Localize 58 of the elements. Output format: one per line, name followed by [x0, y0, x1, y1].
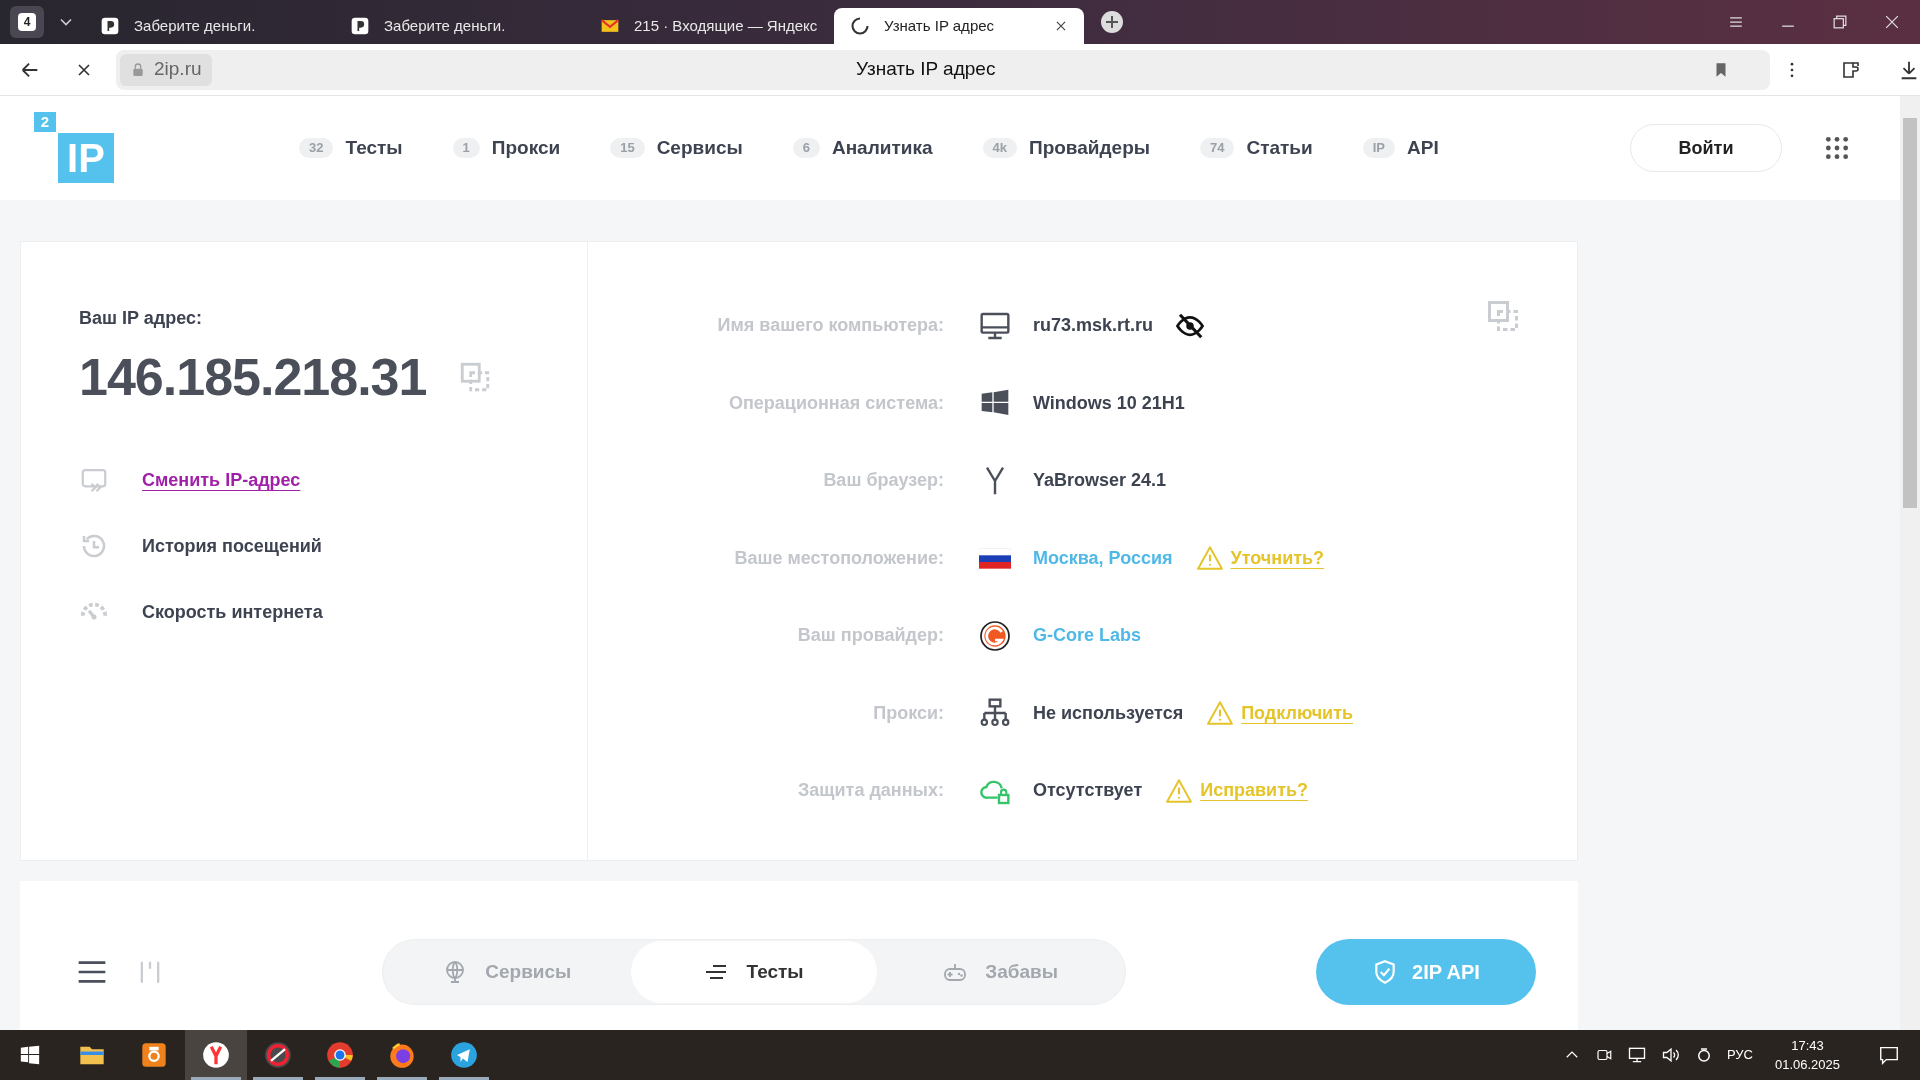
volume-icon[interactable] — [1660, 1045, 1681, 1065]
telegram-icon — [450, 1041, 478, 1069]
scrollbar[interactable] — [1900, 96, 1920, 1030]
detail-value: Отсутствует — [1033, 779, 1143, 803]
warning-icon — [1207, 700, 1234, 727]
change-ip-link[interactable]: Сменить IP-адрес — [142, 466, 301, 494]
nav-link[interactable]: 15 Сервисы — [610, 133, 743, 163]
browser-tab[interactable]: Заберите деньги. — [84, 8, 334, 44]
browser-tab[interactable]: Узнать IP адрес — [834, 8, 1084, 44]
g-logo-icon — [979, 619, 1011, 652]
detail-value: Windows 10 21H1 — [1033, 391, 1185, 415]
close-icon[interactable] — [1054, 19, 1068, 33]
warning-icon — [1166, 777, 1193, 804]
nav-link[interactable]: 1 Прокси — [452, 133, 561, 163]
domain-chip[interactable]: 2ip.ru — [120, 53, 212, 86]
p-logo-icon — [350, 16, 370, 36]
clock[interactable]: 17:43 01.06.2025 — [1774, 1036, 1840, 1074]
warning-icon — [1196, 545, 1223, 572]
lock-icon — [130, 61, 146, 78]
ip-label: Ваш IP адрес: — [79, 307, 203, 330]
menu-link[interactable]: Скорость интернета — [142, 598, 323, 626]
notification-icon[interactable] — [1878, 1044, 1900, 1066]
nav-link[interactable]: 6 Аналитика — [792, 133, 933, 163]
p-logo-icon — [100, 16, 120, 36]
ip-address: 146.185.218.31 — [79, 347, 427, 408]
loading-spinner-icon — [850, 16, 870, 36]
firefox-icon — [388, 1041, 416, 1069]
nav-link[interactable]: IP API — [1362, 133, 1439, 163]
detail-label: Ваш браузер: — [822, 469, 944, 493]
segment-tab[interactable]: Тесты — [630, 941, 878, 1003]
menu-link[interactable]: История посещений — [142, 532, 322, 560]
plus-icon[interactable] — [1100, 10, 1124, 34]
apps-grid-icon[interactable] — [1824, 135, 1850, 161]
detail-label: Операционная система: — [727, 391, 944, 415]
network-icon[interactable] — [1626, 1045, 1647, 1065]
detail-label: Ваш провайдер: — [796, 624, 944, 648]
detail-label: Имя вашего компьютера: — [716, 314, 944, 338]
detail-value: YaBrowser 24.1 — [1033, 469, 1167, 493]
detail-value: ru73.msk.rt.ru — [1033, 314, 1154, 338]
address-field[interactable]: 2ip.ru Узнать IP адрес — [116, 49, 1770, 90]
nav-link[interactable]: 74 Статьи — [1200, 133, 1313, 163]
windows-start-icon[interactable] — [19, 1044, 41, 1066]
detail-label: Ваше местоположение: — [733, 546, 944, 570]
login-button[interactable]: Войти — [1630, 124, 1782, 172]
taskbar-button[interactable] — [185, 1030, 247, 1080]
chrome-icon — [326, 1041, 354, 1069]
language-indicator[interactable]: РУС — [1726, 1045, 1753, 1065]
nav-link[interactable]: 32 Тесты — [299, 133, 403, 163]
y-logo-icon — [202, 1041, 230, 1069]
detail-value: Не используется — [1033, 701, 1184, 725]
detail-label: Защита данных: — [797, 779, 944, 803]
page-title: Узнать IP адрес — [856, 57, 996, 82]
browser-tab[interactable]: Заберите деньги. — [334, 8, 584, 44]
browser-tab[interactable]: 215 · Входящие — Яндекс — [584, 8, 834, 44]
camera-icon — [140, 1041, 168, 1069]
nav-link[interactable]: 4k Провайдеры — [982, 133, 1150, 163]
detail-label: Прокси: — [872, 701, 944, 725]
tab-counter[interactable]: 4 — [10, 6, 44, 38]
